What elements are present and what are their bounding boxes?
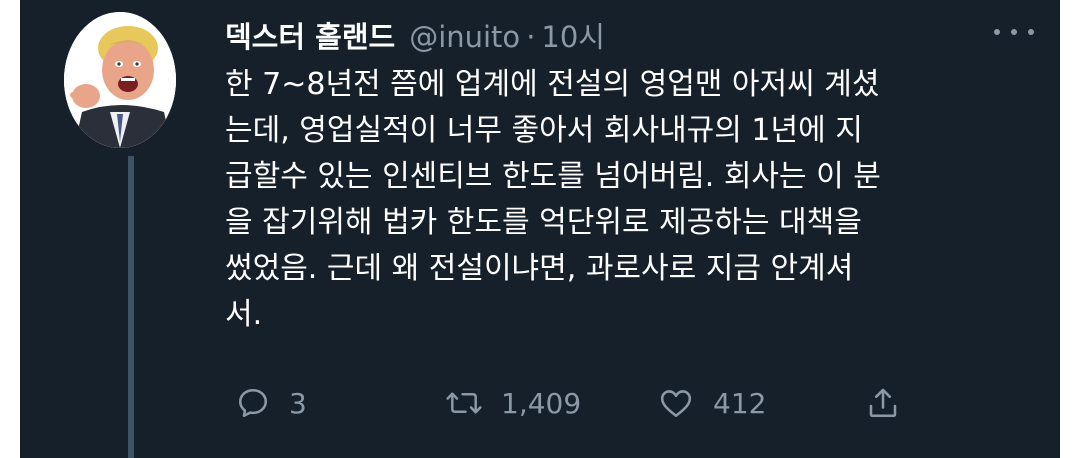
tweet-text-line: 을 잡기위해 법카 한도를 억단위로 제공하는 대책을 [225, 205, 862, 240]
more-dot [1028, 29, 1034, 35]
tweet-card: 덱스터 홀랜드 @inuito · 10시 한 7~8년전 쯤에 업계에 전설의… [20, 0, 1060, 458]
tweet-text-line: 썼었음. 근데 왜 전설이냐면, 과로사로 지금 안계셔 [225, 251, 854, 286]
like-button[interactable]: 412 [657, 378, 766, 428]
avatar[interactable] [64, 12, 176, 148]
tweet-header: 덱스터 홀랜드 @inuito · 10시 [225, 14, 605, 54]
author-handle[interactable]: @inuito [409, 20, 520, 54]
tweet-time[interactable]: 10시 [541, 14, 605, 56]
like-count: 412 [713, 386, 767, 420]
thread-line [128, 156, 134, 458]
reply-count: 3 [289, 386, 307, 420]
retweet-count: 1,409 [501, 386, 582, 420]
more-dot [1011, 29, 1017, 35]
tweet-text-line: 서. [225, 297, 263, 332]
more-dot [994, 29, 1000, 35]
reply-icon [238, 388, 268, 418]
share-icon [869, 388, 897, 418]
separator-dot: · [526, 20, 536, 54]
heart-icon [660, 390, 692, 418]
retweet-button[interactable]: 1,409 [445, 378, 581, 428]
tweet-text-line: 는데, 영업실적이 너무 좋아서 회사내규의 1년에 지 [225, 113, 863, 148]
tweet-actions: 3 1,409 412 [225, 378, 925, 428]
share-button[interactable] [865, 378, 901, 428]
tweet-text-line: 급할수 있는 인센티브 한도를 넘어버림. 회사는 이 분 [225, 159, 881, 194]
more-horizontal-icon[interactable] [994, 20, 1034, 44]
avatar-image [64, 12, 176, 148]
reply-button[interactable]: 3 [235, 378, 307, 428]
tweet-text: 한 7~8년전 쯤에 업계에 전설의 영업맨 아저씨 계셨 는데, 영업실적이 … [225, 62, 1025, 338]
author-name[interactable]: 덱스터 홀랜드 [225, 14, 395, 56]
tweet-text-line: 한 7~8년전 쯤에 업계에 전설의 영업맨 아저씨 계셨 [225, 67, 880, 102]
retweet-icon [446, 392, 482, 414]
